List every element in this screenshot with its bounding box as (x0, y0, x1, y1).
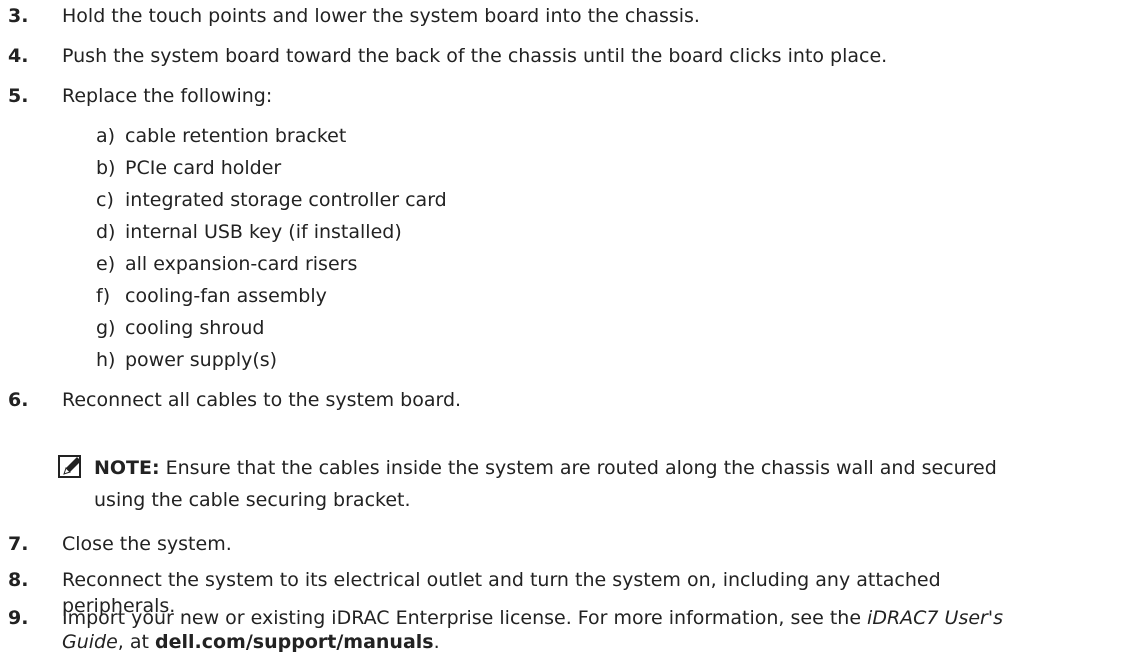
substep-text: internal USB key (if installed) (125, 221, 402, 243)
step-text: Hold the touch points and lower the syst… (62, 5, 700, 27)
substep-text: cable retention bracket (125, 125, 347, 147)
substep-letter: a) (96, 125, 116, 147)
step-text-mid: , at (117, 631, 156, 653)
step-text: Replace the following: (62, 85, 273, 107)
manuals-link[interactable]: dell.com/support/manuals (155, 631, 434, 653)
step-number: 7. (8, 533, 29, 555)
substep-letter: b) (96, 157, 116, 179)
substep-letter: d) (96, 221, 116, 243)
substep-letter: f) (96, 285, 111, 307)
step-text: Import your new or existing iDRAC Enterp… (62, 607, 868, 629)
step-text: Reconnect the system to its electrical o… (62, 569, 941, 591)
substep-text: all expansion-card risers (125, 253, 358, 275)
substep-text: PCIe card holder (125, 157, 282, 179)
step-text: Reconnect all cables to the system board… (62, 389, 462, 411)
note-text: Ensure that the cables inside the system… (159, 457, 997, 479)
step-text-end: . (433, 631, 440, 653)
step-number: 5. (8, 85, 29, 107)
step-number: 8. (8, 569, 29, 591)
step-text: Push the system board toward the back of… (62, 45, 888, 67)
step-number: 4. (8, 45, 29, 67)
substep-text: integrated storage controller card (125, 189, 447, 211)
substep-letter: e) (96, 253, 116, 275)
step-number: 3. (8, 5, 29, 27)
step-number: 9. (8, 607, 29, 629)
substep-letter: g) (96, 317, 116, 339)
substep-letter: c) (96, 189, 114, 211)
step-text: Close the system. (62, 533, 232, 555)
note-label: NOTE: (94, 457, 160, 479)
substep-letter: h) (96, 349, 116, 371)
substep-text: cooling-fan assembly (125, 285, 327, 307)
step-number: 6. (8, 389, 29, 411)
note-text-cont: using the cable securing bracket. (94, 489, 411, 511)
guide-title: iDRAC7 User's (867, 607, 1003, 629)
substep-text: cooling shroud (125, 317, 265, 339)
substep-text: power supply(s) (125, 349, 278, 371)
guide-title-cont: Guide (62, 631, 118, 653)
note-pencil-icon (58, 455, 81, 478)
